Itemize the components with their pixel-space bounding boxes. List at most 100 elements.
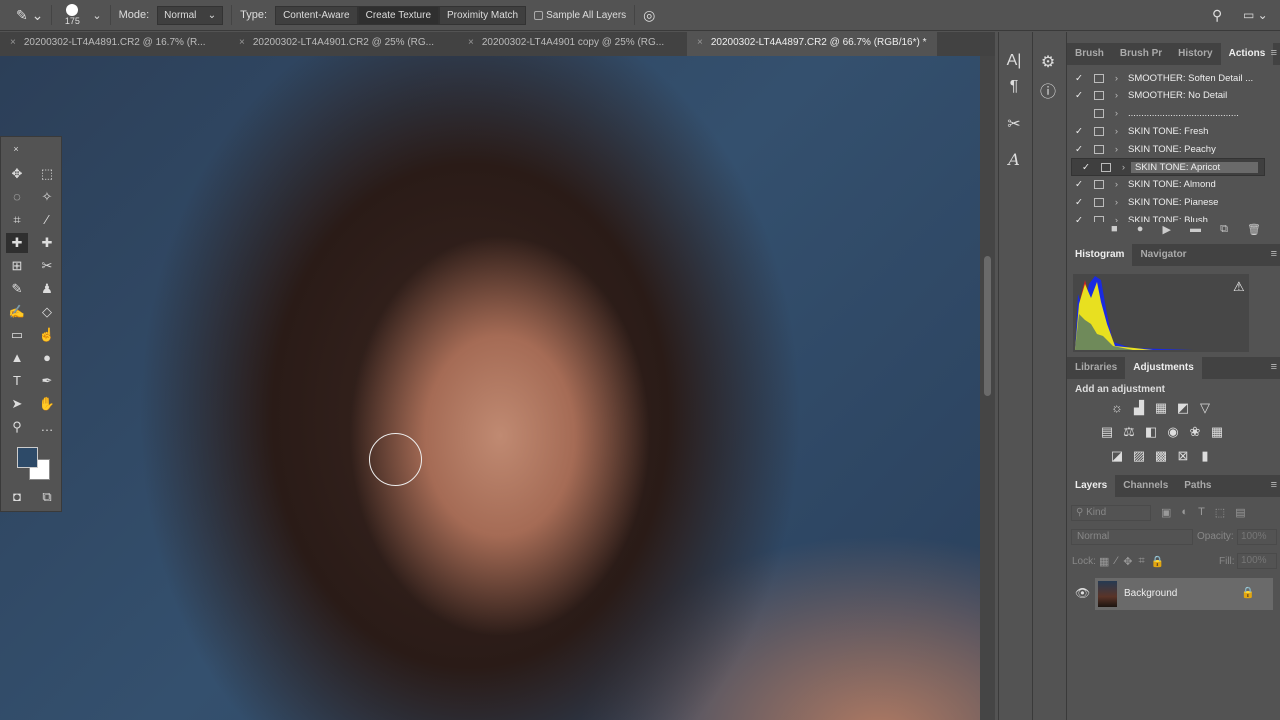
tab-actions[interactable]: Actions [1220, 43, 1274, 65]
curves-icon[interactable]: ▦ [1153, 400, 1169, 416]
play-icon[interactable]: ▶ [1162, 223, 1170, 236]
scroll-thumb[interactable] [984, 256, 991, 396]
selective-color-icon[interactable]: ⊠ [1175, 448, 1191, 464]
dialog-toggle-icon[interactable] [1094, 109, 1104, 119]
mode-select[interactable]: Normal ⌄ [157, 5, 224, 25]
blend-mode-select[interactable]: Normal [1071, 529, 1193, 545]
type-content-aware-button[interactable]: Content-Aware [275, 5, 358, 25]
eraser-tool-icon[interactable]: ◇ [36, 302, 58, 322]
doc-tab-active[interactable]: × 20200302-LT4A4897.CR2 @ 66.7% (RGB/16*)… [687, 32, 937, 56]
lock-artboard-icon[interactable]: ⌗ [1138, 555, 1144, 568]
path-select-tool-icon[interactable]: ➤ [6, 394, 28, 414]
chevron-right-icon[interactable]: › [1104, 179, 1124, 190]
trash-icon[interactable]: 🗑 [1247, 223, 1261, 236]
layer-lock-icon[interactable]: 🔒 [1241, 586, 1255, 599]
vibrance-icon[interactable]: ▽ [1197, 400, 1213, 416]
stop-icon[interactable]: ■ [1111, 223, 1118, 236]
vertical-scrollbar[interactable] [980, 56, 995, 720]
panel-menu-icon[interactable]: ≡ [1271, 479, 1277, 491]
filter-type-icon[interactable]: T [1198, 506, 1205, 519]
screen-mode-icon[interactable]: ⧉ [36, 487, 58, 507]
lock-transparent-icon[interactable]: ▦ [1099, 555, 1109, 568]
tab-adjustments[interactable]: Adjustments [1125, 357, 1202, 379]
photo-filter-icon[interactable]: ◉ [1165, 424, 1181, 440]
marquee-tool-icon[interactable]: ⬚ [36, 164, 58, 184]
record-icon[interactable]: ● [1137, 223, 1144, 236]
action-item[interactable]: ✓ › SMOOTHER: No Detail [1071, 87, 1265, 105]
hand-tool-icon[interactable]: ✋ [36, 394, 58, 414]
dialog-toggle-icon[interactable] [1094, 91, 1104, 101]
patch-tool-icon[interactable]: ✚ [36, 233, 58, 253]
action-item[interactable]: ✓ › SKIN TONE: Pianese [1071, 194, 1265, 212]
more-tools-icon[interactable]: … [36, 417, 58, 437]
pen-tool-icon[interactable]: ✒ [36, 371, 58, 391]
sharpen-tool-icon[interactable]: ▲ [6, 348, 28, 368]
dialog-toggle-icon[interactable] [1094, 198, 1104, 208]
toggle-check-icon[interactable]: ✓ [1071, 144, 1087, 155]
collapse-icon[interactable]: × [5, 139, 27, 159]
action-item[interactable]: ›.......................................… [1071, 105, 1265, 123]
quick-select-tool-icon[interactable]: ✧ [36, 187, 58, 207]
chevron-right-icon[interactable]: › [1104, 197, 1124, 208]
panel-menu-icon[interactable]: ≡ [1271, 361, 1277, 373]
brush-size-picker[interactable]: 175 [60, 4, 84, 26]
close-icon[interactable]: × [468, 37, 474, 48]
posterize-icon[interactable]: ▨ [1131, 448, 1147, 464]
dialog-toggle-icon[interactable] [1094, 180, 1104, 190]
crop-tool-icon[interactable]: ⌗ [6, 210, 28, 230]
action-item[interactable]: ✓ › SKIN TONE: Apricot [1071, 158, 1265, 176]
chevron-right-icon[interactable]: › [1111, 162, 1131, 173]
filter-pixel-icon[interactable]: ▣ [1161, 506, 1171, 519]
panel-menu-icon[interactable]: ≡ [1271, 47, 1277, 59]
tab-history[interactable]: History [1170, 43, 1220, 65]
tab-brush[interactable]: Brush [1067, 43, 1112, 65]
lock-all-icon[interactable]: 🔒 [1151, 555, 1165, 568]
healing-brush-tool-icon[interactable]: ✚ [6, 233, 28, 253]
close-icon[interactable]: × [239, 37, 245, 48]
type-create-texture-button[interactable]: Create Texture [357, 5, 439, 25]
eye-visibility-icon[interactable]: 👁 [1075, 586, 1090, 600]
search-icon[interactable]: ⚲ [1212, 7, 1222, 24]
chevron-right-icon[interactable]: › [1104, 108, 1124, 119]
sample-all-layers-checkbox[interactable]: Sample All Layers [534, 10, 626, 21]
eyedropper-tool-icon[interactable]: ⁄ [36, 210, 58, 230]
toggle-check-icon[interactable]: ✓ [1071, 73, 1087, 84]
close-icon[interactable]: × [10, 37, 16, 48]
image-canvas[interactable] [0, 56, 980, 720]
doc-tab[interactable]: × 20200302-LT4A4901 copy @ 25% (RG... [458, 32, 687, 56]
tab-histogram[interactable]: Histogram [1067, 244, 1133, 266]
stamp-tool-icon[interactable]: ♟ [36, 279, 58, 299]
action-item[interactable]: ✓ › SKIN TONE: Blush [1071, 211, 1265, 222]
panel-menu-icon[interactable]: ≡ [1271, 248, 1277, 260]
dialog-toggle-icon[interactable] [1094, 215, 1104, 222]
chevron-right-icon[interactable]: › [1104, 90, 1124, 101]
dodge-tool-icon[interactable]: ● [36, 348, 58, 368]
action-item[interactable]: ✓ › SKIN TONE: Peachy [1071, 140, 1265, 158]
action-item[interactable]: ✓ › SKIN TONE: Fresh [1071, 122, 1265, 140]
tab-libraries[interactable]: Libraries [1067, 357, 1125, 379]
zoom-tool-icon[interactable]: ⚲ [6, 417, 28, 437]
chevron-right-icon[interactable]: › [1104, 73, 1124, 84]
doc-tab[interactable]: × 20200302-LT4A4901.CR2 @ 25% (RG... [229, 32, 458, 56]
info-icon[interactable]: ⓘ [1033, 78, 1063, 102]
fill-field[interactable]: 100% [1237, 553, 1277, 569]
tab-brush-presets[interactable]: Brush Pr [1112, 43, 1170, 65]
layer-filter-select[interactable]: ⚲ Kind [1071, 505, 1151, 521]
tab-paths[interactable]: Paths [1176, 475, 1219, 497]
lock-position-icon[interactable]: ✥ [1123, 555, 1132, 568]
tab-navigator[interactable]: Navigator [1132, 244, 1194, 266]
doc-tab[interactable]: × 20200302-LT4A4891.CR2 @ 16.7% (R... [0, 32, 229, 56]
levels-icon[interactable]: ▟ [1131, 400, 1147, 416]
tab-layers[interactable]: Layers [1067, 475, 1116, 497]
tab-channels[interactable]: Channels [1115, 475, 1176, 497]
new-action-icon[interactable]: ⧉ [1220, 223, 1228, 236]
lasso-tool-icon[interactable]: ◌ [6, 187, 28, 207]
opacity-field[interactable]: 100% [1237, 529, 1277, 545]
chevron-right-icon[interactable]: › [1104, 215, 1124, 222]
smudge-tool-icon[interactable]: ☝ [36, 325, 58, 345]
properties-icon[interactable]: ⚙ [1033, 52, 1063, 72]
threshold-icon[interactable]: ▩ [1153, 448, 1169, 464]
chevron-right-icon[interactable]: › [1104, 144, 1124, 155]
action-item[interactable]: ✓ › SMOOTHER: Soften Detail ... [1071, 69, 1265, 87]
chevron-down-icon[interactable]: ⌄ [92, 9, 101, 22]
